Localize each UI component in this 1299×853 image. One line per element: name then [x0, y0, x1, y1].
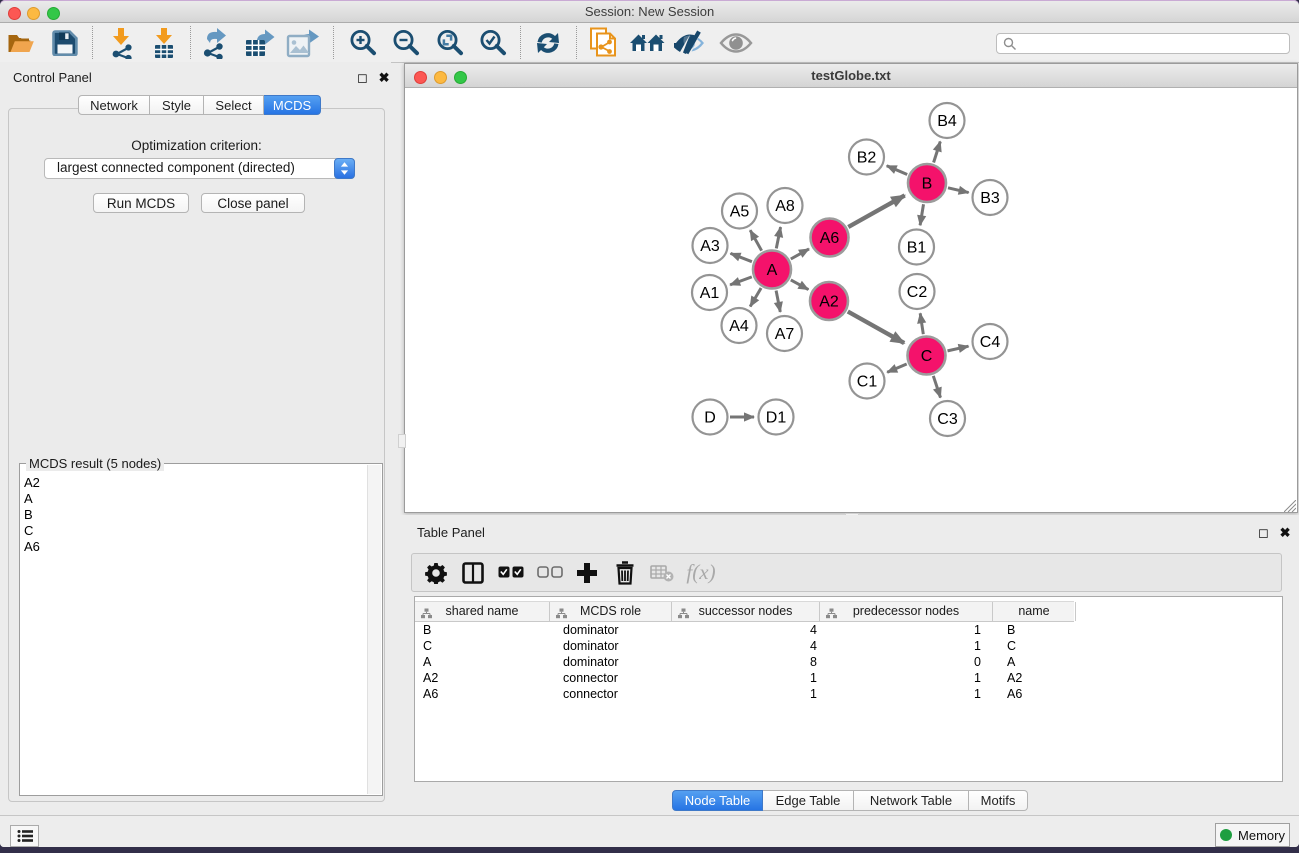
- svg-text:A6: A6: [820, 230, 840, 247]
- svg-text:A7: A7: [775, 326, 795, 343]
- svg-text:B1: B1: [907, 240, 927, 257]
- svg-text:C2: C2: [907, 284, 928, 301]
- svg-text:B2: B2: [857, 150, 877, 167]
- svg-text:B3: B3: [980, 190, 1000, 207]
- svg-text:C3: C3: [937, 411, 958, 428]
- svg-text:D: D: [704, 410, 716, 427]
- svg-text:A2: A2: [819, 294, 839, 311]
- svg-text:B: B: [922, 176, 933, 193]
- svg-text:C1: C1: [857, 374, 878, 391]
- svg-text:A3: A3: [700, 238, 720, 255]
- svg-text:B4: B4: [937, 113, 957, 130]
- svg-text:A8: A8: [775, 198, 795, 215]
- svg-text:C: C: [921, 348, 933, 365]
- svg-text:C4: C4: [980, 334, 1001, 351]
- svg-text:A: A: [767, 262, 778, 279]
- svg-text:A5: A5: [730, 204, 750, 221]
- svg-text:A1: A1: [700, 285, 720, 302]
- svg-text:D1: D1: [766, 410, 787, 427]
- svg-text:A4: A4: [729, 318, 749, 335]
